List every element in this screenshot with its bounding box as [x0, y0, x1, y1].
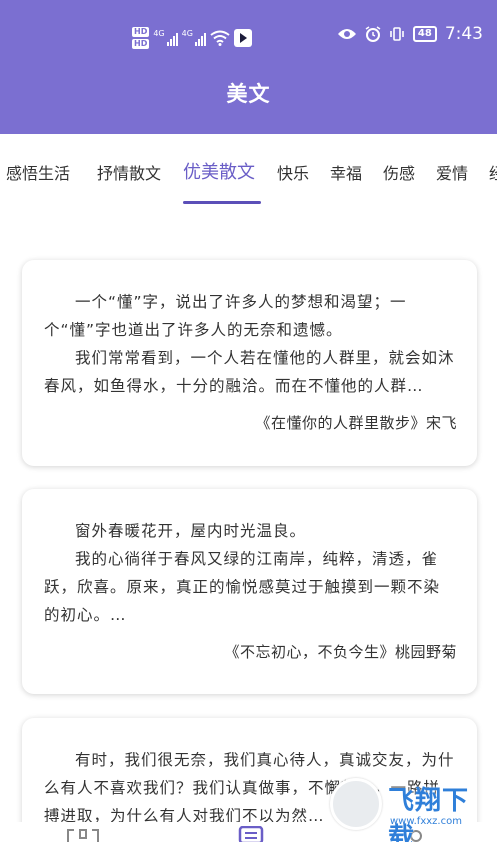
- tab-shu-qing-san-wen[interactable]: 抒情散文: [97, 160, 161, 184]
- hd-badge-2: HD: [132, 39, 150, 49]
- alarm-icon: [365, 26, 381, 42]
- tab-kuai-le[interactable]: 快乐: [277, 160, 309, 184]
- active-tab-indicator: [183, 201, 261, 204]
- tab-ai-qing[interactable]: 爱情: [436, 160, 468, 184]
- hd-badge-1: HD: [132, 27, 150, 37]
- article-paragraph: 窗外春暖花开，屋内时光温良。: [75, 522, 307, 540]
- tab-shang-gan[interactable]: 伤感: [383, 160, 415, 184]
- tab-gan-wu-sheng-huo[interactable]: 感悟生活: [6, 160, 70, 184]
- page-title: 美文: [226, 82, 271, 106]
- category-tabs: 感悟生活 抒情散文 优美散文 快乐 幸福 伤感 爱情 经: [0, 134, 497, 206]
- watermark: 飞翔下载 www.fxxz.com: [326, 774, 486, 842]
- signal-label-1: 4G: [153, 29, 165, 38]
- article-nav-icon[interactable]: [238, 826, 264, 842]
- article-source: 《不忘初心，不负今生》桃园野菊: [224, 643, 457, 661]
- tab-you-mei-san-wen[interactable]: 优美散文: [183, 158, 255, 184]
- article-paragraph: 我们常常看到，一个人若在懂他的人群里，就会如沐春风，如鱼得水，十分的融洽。而在不…: [44, 349, 455, 395]
- wifi-icon: [210, 30, 230, 46]
- home-nav-icon[interactable]: [66, 828, 100, 842]
- watermark-text: 飞翔下载: [388, 786, 470, 842]
- eye-icon: [337, 29, 356, 39]
- signal-icon-1: 4G: [153, 29, 178, 46]
- article-source: 《在懂你的人群里散步》宋飞: [255, 414, 457, 432]
- vibrate-icon: [390, 27, 404, 41]
- battery-icon: 48: [412, 26, 437, 42]
- status-bar: HD HD 4G 4G 48 7:43: [0, 0, 497, 74]
- status-left: HD HD 4G 4G: [132, 20, 252, 56]
- hd-badges: HD HD: [132, 27, 150, 49]
- article-card[interactable]: 一个“懂”字，说出了许多人的梦想和渴望；一个“懂”字也道出了许多人的无奈和遗憾。…: [22, 260, 477, 466]
- signal-label-2: 4G: [181, 29, 193, 38]
- article-paragraph: 我的心徜徉于春风又绿的江南岸，纯粹，清透，雀跃，欣喜。原来，真正的愉悦感莫过于触…: [44, 550, 441, 624]
- article-card[interactable]: 窗外春暖花开，屋内时光温良。 我的心徜徉于春风又绿的江南岸，纯粹，清透，雀跃，欣…: [22, 489, 477, 694]
- app-notification-icon: [233, 29, 252, 47]
- watermark-logo-icon: [330, 778, 382, 830]
- watermark-url: www.fxxz.com: [390, 816, 462, 827]
- tab-xing-fu[interactable]: 幸福: [330, 160, 362, 184]
- tab-partial[interactable]: 经: [489, 160, 497, 184]
- status-right: 48 7:43: [337, 24, 483, 44]
- status-time: 7:43: [444, 24, 483, 44]
- signal-icon-2: 4G: [182, 30, 206, 46]
- article-paragraph: 一个“懂”字，说出了许多人的梦想和渴望；一个“懂”字也道出了许多人的无奈和遗憾。: [44, 293, 407, 339]
- app-header: HD HD 4G 4G 48 7:43 美文: [0, 0, 497, 134]
